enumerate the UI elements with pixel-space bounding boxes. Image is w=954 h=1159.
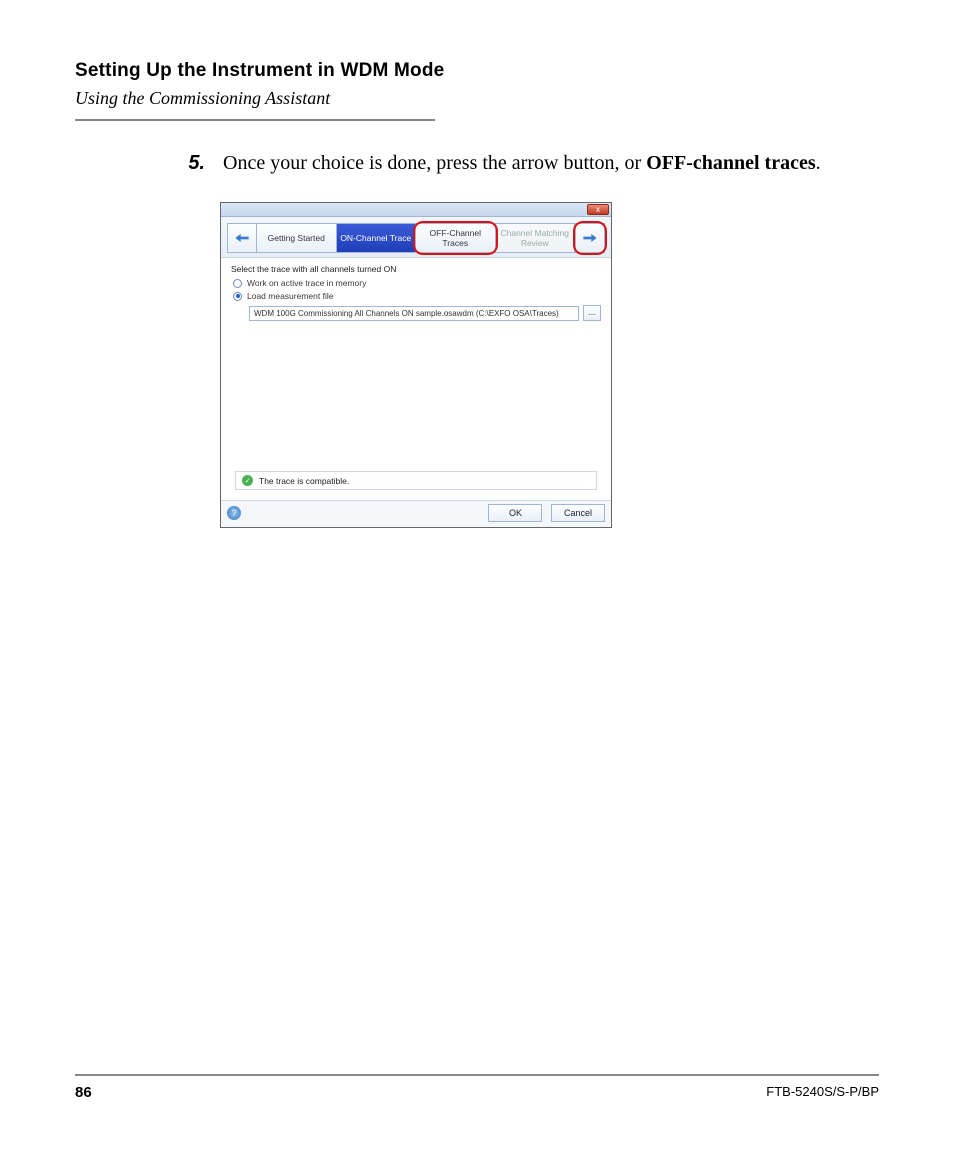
tab-off-channel-traces[interactable]: OFF-Channel Traces [416,223,496,253]
tab-getting-started[interactable]: Getting Started [257,223,337,253]
tab-on-channel-trace[interactable]: ON-Channel Trace [337,223,417,253]
help-icon[interactable]: ? [227,506,241,520]
arrow-right-icon [582,232,598,244]
close-button[interactable]: x [587,204,609,215]
cancel-button[interactable]: Cancel [551,504,605,522]
footer-rule [75,1074,879,1076]
status-text: The trace is compatible. [259,476,349,486]
commissioning-dialog: x Getting Started ON-Channel Trace OFF-C… [220,202,612,528]
page-number: 86 [75,1084,92,1101]
next-arrow-button[interactable] [575,223,605,253]
tab-channel-matching-review[interactable]: Channel Matching Review [496,223,576,253]
header-rule [75,119,435,121]
instruction-text: Select the trace with all channels turne… [231,264,601,274]
section-subtitle: Using the Commissioning Assistant [75,88,879,109]
close-icon: x [596,205,600,214]
page-footer: 86 FTB-5240S/S-P/BP [75,1074,879,1101]
check-icon: ✓ [242,475,253,486]
section-title: Setting Up the Instrument in WDM Mode [75,60,879,82]
radio-icon [233,292,242,301]
back-arrow-button[interactable] [227,223,257,253]
arrow-left-icon [234,232,250,244]
status-box: ✓ The trace is compatible. [235,471,597,490]
dialog-titlebar[interactable]: x [221,203,611,217]
file-path-field[interactable]: WDM 100G Commissioning All Channels ON s… [249,306,579,321]
step-5: 5. Once your choice is done, press the a… [185,149,879,178]
radio-work-active[interactable]: Work on active trace in memory [233,278,601,288]
ok-button[interactable]: OK [488,504,542,522]
wizard-nav: Getting Started ON-Channel Trace OFF-Cha… [221,217,611,258]
model-number: FTB-5240S/S-P/BP [766,1084,879,1101]
radio-icon [233,279,242,288]
browse-button[interactable]: ... [583,305,601,321]
step-number: 5. [185,149,205,178]
step-text: Once your choice is done, press the arro… [223,149,821,178]
radio-load-file[interactable]: Load measurement file [233,291,601,301]
